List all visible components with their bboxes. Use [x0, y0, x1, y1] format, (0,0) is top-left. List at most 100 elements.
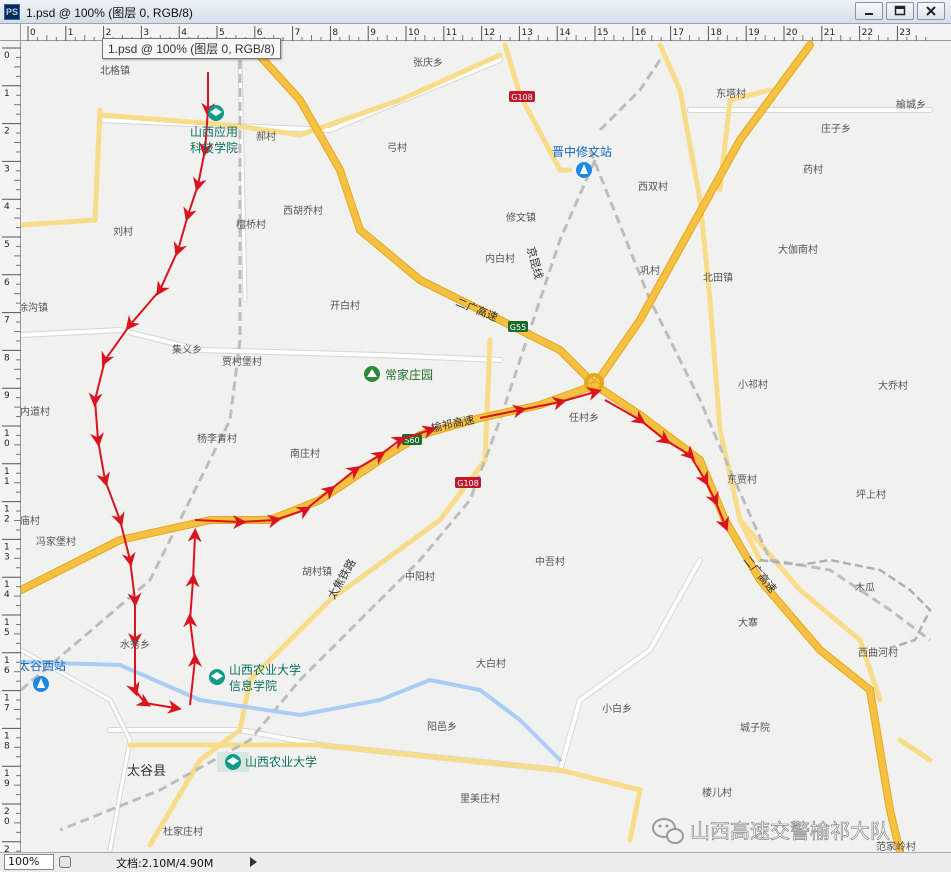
- place-label: 西胡乔村: [283, 204, 323, 217]
- ruler-vertical-scale: 0123456789101112131415161718192021: [2, 47, 21, 871]
- ruler-tick-label: 0: [30, 28, 36, 38]
- ruler-tick-label: 11: [446, 28, 457, 38]
- ruler-tick-label: 14: [559, 28, 571, 38]
- place-label: 榆城乡: [896, 98, 926, 111]
- ruler-tick-label: 10: [408, 28, 420, 38]
- document-size-info: 文档:2.10M/4.90M: [116, 857, 214, 870]
- place-label: 西曲河村: [858, 646, 898, 659]
- place-label: 内道村: [21, 405, 50, 418]
- map-image: G108 G55 S60 G108 二广高速 榆祁高速 京昆线 太焦铁路 二广高…: [21, 41, 951, 852]
- ruler-tick-label: 2: [4, 127, 10, 137]
- place-label: 坪上村: [856, 488, 886, 501]
- ruler-tick-label: 0: [4, 817, 10, 827]
- landmark-label: 科技学院: [190, 140, 238, 155]
- train-station-icon-xiuwen: [576, 162, 592, 178]
- landmark-label: 信息学院: [229, 678, 277, 693]
- ruler-tick-label: 15: [597, 28, 608, 38]
- ruler-tick-label: 7: [4, 316, 10, 326]
- place-label: 小祁村: [738, 378, 768, 391]
- place-label: 修文镇: [506, 211, 536, 224]
- ruler-tick-label: 8: [4, 353, 10, 363]
- place-label: 刘村: [113, 225, 133, 238]
- ruler-tick-label: 7: [295, 28, 301, 38]
- ruler-tick-label: 1: [4, 694, 10, 704]
- document-canvas[interactable]: G108 G55 S60 G108 二广高速 榆祁高速 京昆线 太焦铁路 二广高…: [21, 41, 951, 852]
- place-label: 檀桥村: [236, 218, 266, 231]
- ruler-tick-label: 1: [4, 542, 10, 552]
- place-label: 木瓜: [855, 582, 875, 594]
- ruler-tick-label: 9: [370, 28, 376, 38]
- ruler-tick-label: 1: [4, 618, 10, 628]
- place-label: 庄子乡: [821, 122, 851, 135]
- place-label: 小白乡: [602, 702, 632, 715]
- place-label: 庙村: [21, 514, 40, 527]
- shield-g108-north: G108: [509, 91, 535, 102]
- place-label: 贾村堡村: [222, 355, 262, 368]
- ruler-corner[interactable]: [0, 24, 21, 41]
- ruler-tick-label: 6: [4, 666, 10, 676]
- ruler-tick-label: 2: [106, 28, 112, 38]
- ruler-tick-label: 20: [786, 28, 798, 38]
- close-button[interactable]: [917, 2, 945, 20]
- place-label: 水秀乡: [120, 639, 150, 651]
- place-label: 冯家堡村: [36, 535, 76, 548]
- college-icon-north: [208, 105, 224, 121]
- svg-text:G108: G108: [457, 479, 478, 488]
- ruler-tick-label: 16: [635, 28, 647, 38]
- place-label: 南庄村: [290, 447, 320, 460]
- place-label: 弓村: [387, 141, 407, 154]
- place-label: 巩村: [640, 264, 660, 277]
- place-label: 胡村镇: [302, 565, 332, 578]
- place-label: 北田镇: [703, 271, 733, 284]
- place-label: 郝村: [256, 130, 276, 143]
- place-label: 中吾村: [535, 555, 565, 568]
- ruler-vertical[interactable]: 0123456789101112131415161718192021: [0, 41, 21, 871]
- zoom-level-field[interactable]: 100%: [4, 854, 54, 870]
- landmark-label: 山西农业大学: [229, 662, 301, 677]
- document-title: 1.psd @ 100% (图层 0, RGB/8): [26, 6, 193, 20]
- landmark-label: 晋中修文站: [552, 144, 612, 159]
- ruler-tick-label: 19: [748, 28, 760, 38]
- ruler-tick-label: 1: [4, 731, 10, 741]
- ruler-tick-label: 2: [4, 807, 10, 817]
- landmark-label: 太谷西站: [21, 658, 66, 673]
- shield-g108-south: G108: [455, 477, 481, 488]
- maximize-icon: [894, 5, 906, 16]
- minimize-icon: [865, 13, 873, 15]
- place-label: 大寨: [738, 616, 758, 629]
- maximize-button[interactable]: [886, 2, 914, 20]
- place-label: 药村: [803, 163, 823, 176]
- ruler-tick-label: 9: [4, 391, 10, 401]
- status-menu-arrow-icon[interactable]: [250, 857, 257, 867]
- train-station-icon-taiguxi: [33, 676, 49, 692]
- ruler-tick-label: 17: [673, 28, 684, 38]
- place-label: 楼儿村: [702, 786, 732, 799]
- ruler-tick-label: 0: [4, 51, 10, 61]
- place-label: 东贾村: [727, 473, 757, 486]
- svg-text:G55: G55: [510, 323, 526, 332]
- place-label: 西双村: [638, 180, 668, 193]
- ruler-tick-label: 18: [710, 28, 722, 38]
- landmark-label: 山西应用: [190, 124, 238, 139]
- landmark-label: 常家庄园: [385, 367, 433, 382]
- place-label: 徐沟镇: [21, 301, 48, 314]
- ruler-tick-label: 1: [4, 769, 10, 779]
- park-icon: [364, 366, 380, 382]
- ruler-tick-label: 12: [484, 28, 495, 38]
- ruler-tick-label: 1: [4, 580, 10, 590]
- ruler-tick-label: 3: [4, 552, 10, 562]
- ruler-tick-label: 3: [4, 164, 10, 174]
- ruler-tick-label: 21: [824, 28, 835, 38]
- place-label: 大白村: [476, 657, 506, 670]
- place-label: 内白村: [485, 252, 515, 265]
- ruler-tick-label: 23: [899, 28, 910, 38]
- status-options-icon[interactable]: [59, 856, 71, 868]
- place-label: 杜家庄村: [163, 825, 203, 838]
- ruler-tick-label: 4: [181, 28, 187, 38]
- ruler-tick-label: 13: [521, 28, 532, 38]
- ruler-tick-label: 1: [4, 467, 10, 477]
- place-label: 集义乡: [172, 343, 202, 356]
- minimize-button[interactable]: [855, 2, 883, 20]
- title-bar: PS 1.psd @ 100% (图层 0, RGB/8): [0, 0, 951, 24]
- place-label: 阳邑乡: [427, 721, 457, 733]
